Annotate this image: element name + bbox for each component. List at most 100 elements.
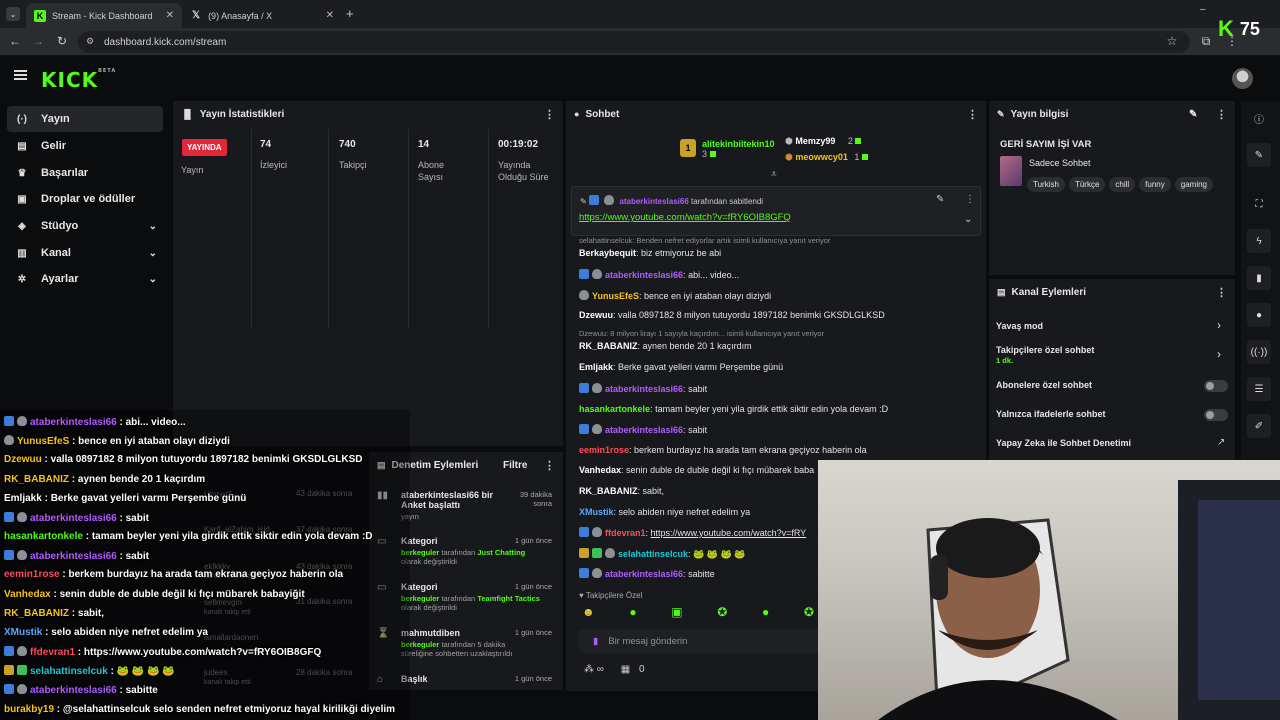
chat-input[interactable]: ▮ Bir mesaj gönderin [579,629,819,653]
expand-chevron-icon[interactable]: ⌄ [964,214,972,225]
chat-username[interactable]: Emljakk [579,362,613,372]
emote-icon[interactable]: ▣ [671,605,682,621]
chat-message[interactable]: hasankartonkele: tamam beyler yeni yila … [579,404,888,414]
site-info-icon[interactable]: ⚙ [86,36,94,47]
panel-menu-icon[interactable]: ⋮ [967,108,978,121]
sidebar-item-basarilar[interactable]: ♛ Başarılar [7,160,163,186]
pinned-message[interactable]: ✎ ataberkinteslasi66 tarafından sabitlen… [571,186,981,236]
followers-chat-row[interactable]: Takipçilere özel sohbet 1 dk. [996,345,1094,365]
chat-message[interactable]: RK_BABANIZ: aynen bende 20 1 kaçırdım [579,341,752,351]
chevron-right-icon[interactable]: › [1217,318,1221,332]
gift-icon[interactable]: ▦ [621,664,630,675]
chat-message[interactable]: Vanhedax: senin duble de duble değil ki … [579,465,814,475]
address-bar[interactable]: ⚙ dashboard.kick.com/stream [78,31,1190,53]
chat-message[interactable]: ataberkinteslasi66: abi... video... [579,269,739,280]
slow-mode-row[interactable]: Yavaş mod [996,321,1043,331]
category-thumbnail[interactable] [1000,156,1022,186]
panel-menu-icon[interactable]: ⋮ [544,459,555,472]
panel-menu-icon[interactable]: ⋮ [544,108,555,121]
lightning-icon[interactable]: ϟ [1247,229,1271,253]
tag[interactable]: chill [1109,177,1136,192]
chat-message[interactable]: RK_BABANIZ: sabit, [579,486,664,496]
external-link-icon[interactable]: ↗ [1217,437,1225,448]
pinned-menu-icon[interactable]: ⋮ [965,194,975,205]
chat-username[interactable]: ataberkinteslasi66 [605,569,683,579]
emote-icon[interactable]: ☻ [582,605,595,621]
reload-icon[interactable]: ↻ [54,34,70,48]
sidebar-item-kanal[interactable]: ▥ Kanal ⌄ [7,240,163,266]
wrench-icon[interactable]: ✐ [1247,414,1271,438]
document-icon[interactable]: ▮ [1247,266,1271,290]
chat-message[interactable]: Dzewuu: valla 0897182 8 milyon tutuyordu… [579,310,885,320]
pinned-link[interactable]: https://www.youtube.com/watch?v=fRY6OIB8… [579,212,791,223]
tab-close-icon[interactable]: ✕ [326,10,334,21]
sidebar-item-studyo[interactable]: ◈ Stüdyo ⌄ [7,213,163,239]
mic-icon[interactable]: ▮ [593,636,598,647]
chat-username[interactable]: Vanhedax [579,465,621,475]
emotes-chat-toggle[interactable] [1204,409,1228,421]
top-gifter-2[interactable]: ⬢ Memzy99 2 [785,136,862,147]
emote-icon[interactable]: ● [762,605,769,621]
chat-message[interactable]: eemin1rose: berkem burdayız ha arada tam… [579,445,867,455]
chevron-right-icon[interactable]: › [1217,347,1221,361]
extensions-icon[interactable]: ⧉ [1198,34,1214,49]
chat-username[interactable]: ataberkinteslasi66 [605,425,683,435]
tag[interactable]: funny [1139,177,1171,192]
share-icon[interactable]: ⁂ [584,664,594,675]
chat-username[interactable]: Dzewuu [579,310,613,320]
tab-close-icon[interactable]: ✕ [166,10,174,21]
chat-username[interactable]: RK_BABANIZ [579,486,638,496]
new-tab-button[interactable]: + [346,6,354,21]
forward-icon[interactable]: → [30,34,46,48]
tag[interactable]: gaming [1174,177,1213,192]
panel-menu-icon[interactable]: ⋮ [1216,108,1227,121]
sidebar-item-droplar[interactable]: ▣ Droplar ve ödüller [7,186,163,212]
chat-message[interactable]: Emljakk: Berke gavat yelleri varmı Perşe… [579,362,783,372]
hamburger-menu-icon[interactable] [14,70,27,80]
filter-button[interactable]: Filtre [503,460,527,471]
back-icon[interactable]: ← [7,34,23,48]
emote-icon[interactable]: ✪ [804,605,814,621]
sidebar-item-gelir[interactable]: ▤ Gelir [7,133,163,159]
collapse-icon[interactable]: ⩡ [771,169,777,180]
chat-username[interactable]: hasankartonkele [579,404,650,414]
chat-username[interactable]: selahattinselcuk [618,549,688,559]
chat-username[interactable]: eemin1rose [579,445,629,455]
unpin-icon[interactable]: ✎ [936,194,944,205]
expand-icon[interactable]: ⛶ [1247,192,1271,216]
chat-message[interactable]: ffdevran1: https://www.youtube.com/watch… [579,527,806,538]
chat-username[interactable]: YunusEfeS [592,291,639,301]
top-gifter-1[interactable]: 1 alitekinbiltekin10 3 [680,139,780,159]
tag[interactable]: Turkish [1027,177,1065,192]
category-name[interactable]: Sadece Sohbet [1029,158,1091,168]
user-avatar[interactable] [1232,68,1253,89]
kick-logo[interactable]: KICKBETA [41,68,116,92]
chat-link[interactable]: https://www.youtube.com/watch?v=fRY [651,528,807,538]
chat-message[interactable]: ataberkinteslasi66: sabit [579,383,707,394]
chat-message[interactable]: selahattinselcuk: 🐸 🐸 🐸 🐸 [579,548,745,560]
top-gifter-3[interactable]: ⬢ meowwcy01 1 [785,152,868,163]
emote-icon[interactable]: ● [629,605,636,621]
emote-icon[interactable]: ✪ [717,605,727,621]
subs-chat-toggle[interactable] [1204,380,1228,392]
chat-username[interactable]: Berkaybequit [579,248,636,258]
list-icon[interactable]: ☰ [1247,377,1271,401]
chat-message[interactable]: ataberkinteslasi66: sabit [579,424,707,435]
pencil-icon[interactable]: ✎ [1247,143,1271,167]
chat-username[interactable]: XMustik [579,507,614,517]
info-icon[interactable]: ⓘ [1247,106,1271,130]
chat-message[interactable]: XMustik: selo abiden niye nefret edelim … [579,507,750,517]
chat-message[interactable]: YunusEfeS: bence en iyi ataban olayı diz… [579,290,771,301]
chat-username[interactable]: RK_BABANIZ [579,341,638,351]
chat-message[interactable]: ataberkinteslasi66: sabitte [579,568,715,579]
chat-username[interactable]: ffdevran1 [605,528,646,538]
chat-icon[interactable]: ● [1247,303,1271,327]
sidebar-item-yayin[interactable]: (·) Yayın [7,106,163,132]
edit-icon[interactable]: ✎ [1189,109,1197,120]
panel-menu-icon[interactable]: ⋮ [1216,286,1227,299]
chat-message[interactable]: Berkaybequit: biz etmiyoruz be abi [579,248,721,258]
ai-moderation-row[interactable]: Yapay Zeka ile Sohbet Denetimi [996,438,1131,448]
tab-kick-dashboard[interactable]: K Stream - Kick Dashboard ✕ [26,3,182,28]
chat-username[interactable]: ataberkinteslasi66 [605,384,683,394]
tag[interactable]: Türkçe [1068,177,1106,192]
